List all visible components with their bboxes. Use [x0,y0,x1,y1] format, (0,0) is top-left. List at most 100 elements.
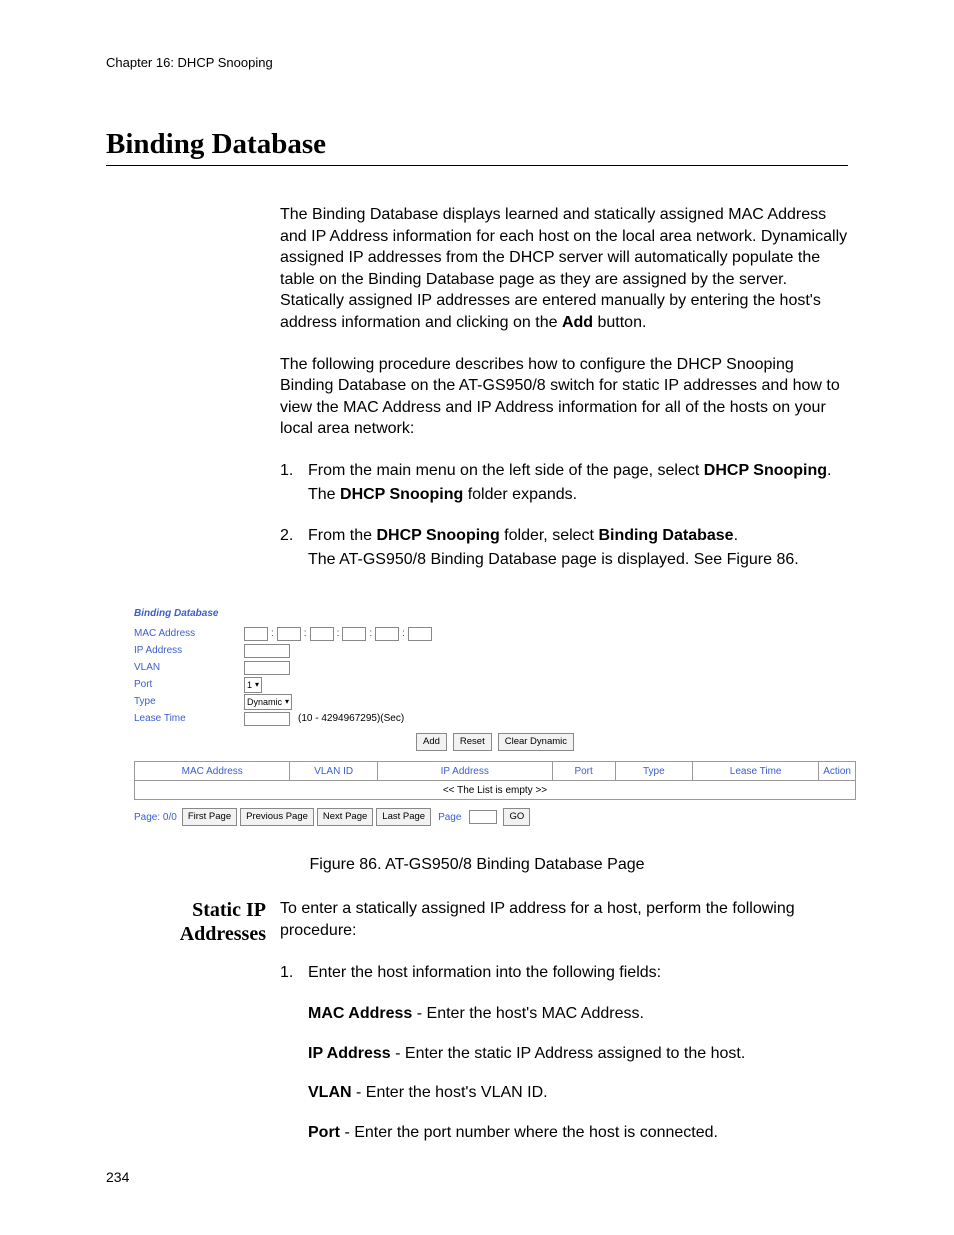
figure-caption: Figure 86. AT-GS950/8 Binding Database P… [106,856,848,874]
chevron-down-icon: ▾ [255,680,259,689]
step-text: From the DHCP Snooping folder, select Bi… [308,525,848,570]
side-heading-line2: Addresses [180,923,266,945]
lease-inputs: (10 - 4294967295)(Sec) [244,712,404,726]
field-definitions: MAC Address - Enter the host's MAC Addre… [308,1003,848,1143]
row-vlan: VLAN [134,659,856,676]
page-input[interactable] [469,810,497,824]
field-desc: - Enter the port number where the host i… [340,1124,718,1141]
previous-page-button[interactable]: Previous Page [240,808,314,826]
chapter-header: Chapter 16: DHCP Snooping [106,55,848,70]
port-select[interactable]: 1▾ [244,677,262,693]
field-name: Port [308,1124,340,1141]
field-name: MAC Address [308,1005,412,1022]
step-2: 2. From the DHCP Snooping folder, select… [280,525,848,570]
go-button[interactable]: GO [503,808,530,826]
table-header-row: MAC Address VLAN ID IP Address Port Type… [135,762,856,781]
numbered-list: 1. From the main menu on the left side o… [280,460,848,570]
text: The [308,486,340,503]
th-type: Type [615,762,693,781]
text: folder expands. [463,486,577,503]
step-number: 1. [280,460,308,505]
first-page-button[interactable]: First Page [182,808,237,826]
page-title: Binding Database [106,128,848,166]
mac-octet-input[interactable] [310,627,334,641]
paragraph-2: The following procedure describes how to… [280,354,848,440]
field-port: Port - Enter the port number where the h… [308,1122,848,1144]
pager-label: Page: 0/0 [134,812,177,823]
type-inputs: Dynamic▾ [244,694,292,710]
label-port: Port [134,679,244,690]
th-mac: MAC Address [135,762,290,781]
reset-button[interactable]: Reset [453,733,492,751]
th-port: Port [552,762,615,781]
table-row: << The List is empty >> [135,781,856,800]
label-mac: MAC Address [134,628,244,639]
type-select[interactable]: Dynamic▾ [244,694,292,710]
static-intro: To enter a statically assigned IP addres… [280,898,848,941]
field-name: IP Address [308,1045,391,1062]
row-mac: MAC Address : : : : : [134,625,856,642]
next-page-button[interactable]: Next Page [317,808,373,826]
lease-hint: (10 - 4294967295)(Sec) [298,713,404,724]
ui-screenshot: Binding Database MAC Address : : : : : I… [134,608,856,826]
colon: : [270,628,275,639]
text: button. [593,314,646,331]
mac-octet-input[interactable] [375,627,399,641]
mac-octet-input[interactable] [342,627,366,641]
th-vlan: VLAN ID [290,762,377,781]
field-desc: - Enter the host's VLAN ID. [352,1084,548,1101]
text: From the [308,527,376,544]
bold: Add [562,314,593,331]
ip-input[interactable] [244,644,290,658]
empty-row: << The List is empty >> [135,781,856,800]
page: Chapter 16: DHCP Snooping Binding Databa… [0,0,954,1235]
text: . [734,527,738,544]
row-type: Type Dynamic▾ [134,693,856,710]
text: folder, select [500,527,599,544]
add-button[interactable]: Add [416,733,447,751]
step-number: 2. [280,525,308,570]
clear-dynamic-button[interactable]: Clear Dynamic [498,733,574,751]
bold: DHCP Snooping [704,462,827,479]
field-desc: - Enter the static IP Address assigned t… [391,1045,746,1062]
port-value: 1 [247,680,252,690]
binding-table: MAC Address VLAN ID IP Address Port Type… [134,761,856,800]
mac-octet-input[interactable] [277,627,301,641]
vlan-inputs [244,661,290,675]
step-text: From the main menu on the left side of t… [308,460,848,505]
vlan-input[interactable] [244,661,290,675]
label-vlan: VLAN [134,662,244,673]
field-ip: IP Address - Enter the static IP Address… [308,1043,848,1065]
field-name: VLAN [308,1084,352,1101]
ui-form: MAC Address : : : : : IP Address VLAN [134,625,856,727]
ip-inputs [244,644,290,658]
th-ip: IP Address [377,762,552,781]
text: From the main menu on the left side of t… [308,462,704,479]
colon: : [401,628,406,639]
page-word: Page [438,812,461,823]
chevron-down-icon: ▾ [285,697,289,706]
mac-octet-input[interactable] [244,627,268,641]
side-heading: Static IP Addresses [106,898,280,1161]
button-row: Add Reset Clear Dynamic [134,733,856,751]
port-inputs: 1▾ [244,677,262,693]
label-lease: Lease Time [134,713,244,724]
lease-input[interactable] [244,712,290,726]
intro-paragraph: The Binding Database displays learned an… [280,204,848,334]
th-action: Action [819,762,856,781]
colon: : [368,628,373,639]
body-column: The Binding Database displays learned an… [280,204,848,570]
last-page-button[interactable]: Last Page [376,808,431,826]
side-body: To enter a statically assigned IP addres… [280,898,848,1161]
pager: Page: 0/0 First Page Previous Page Next … [134,808,856,826]
field-vlan: VLAN - Enter the host's VLAN ID. [308,1082,848,1104]
type-value: Dynamic [247,697,282,707]
bold: Binding Database [598,527,733,544]
colon: : [303,628,308,639]
label-ip: IP Address [134,645,244,656]
mac-octet-input[interactable] [408,627,432,641]
step-1: 1. From the main menu on the left side o… [280,460,848,505]
field-desc: - Enter the host's MAC Address. [412,1005,644,1022]
side-heading-line1: Static IP [192,899,266,921]
row-lease: Lease Time (10 - 4294967295)(Sec) [134,710,856,727]
